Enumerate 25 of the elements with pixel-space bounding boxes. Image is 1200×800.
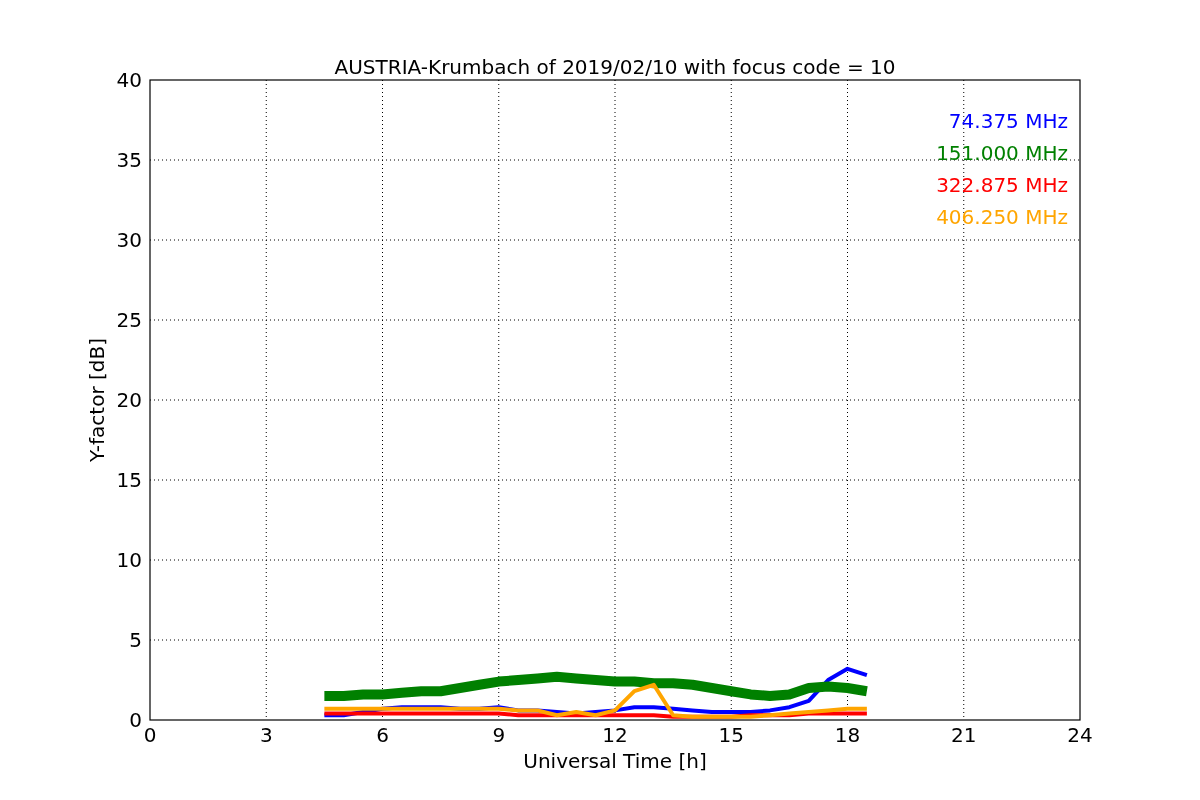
legend-label: 322.875 MHz [936, 173, 1068, 197]
x-axis-label: Universal Time [h] [523, 749, 707, 773]
y-tick-label: 5 [129, 628, 142, 652]
y-tick-label: 20 [116, 388, 142, 412]
y-tick-label: 10 [116, 548, 142, 572]
y-tick-label: 35 [116, 148, 142, 172]
y-tick-label: 15 [116, 468, 142, 492]
y-tick-label: 25 [116, 308, 142, 332]
x-tick-label: 0 [143, 723, 157, 747]
x-tick-label: 18 [834, 723, 861, 747]
x-tick-label: 21 [951, 723, 977, 747]
x-tick-label: 12 [602, 723, 628, 747]
x-tick-label: 3 [259, 723, 273, 747]
legend-label: 74.375 MHz [948, 109, 1068, 133]
legend-label: 151.000 MHz [936, 141, 1068, 165]
legend-label: 406.250 MHz [936, 205, 1068, 229]
x-tick-label: 15 [718, 723, 744, 747]
chart-title: AUSTRIA-Krumbach of 2019/02/10 with focus code = 10 [334, 55, 896, 79]
y-tick-label: 40 [116, 68, 142, 92]
x-tick-label: 9 [492, 723, 506, 747]
x-tick-label: 6 [376, 723, 389, 747]
y-axis-label: Y-factor [dB] [85, 338, 109, 462]
y-tick-label: 0 [129, 708, 142, 732]
x-tick-label: 24 [1067, 723, 1093, 747]
y-tick-label: 30 [116, 228, 142, 252]
